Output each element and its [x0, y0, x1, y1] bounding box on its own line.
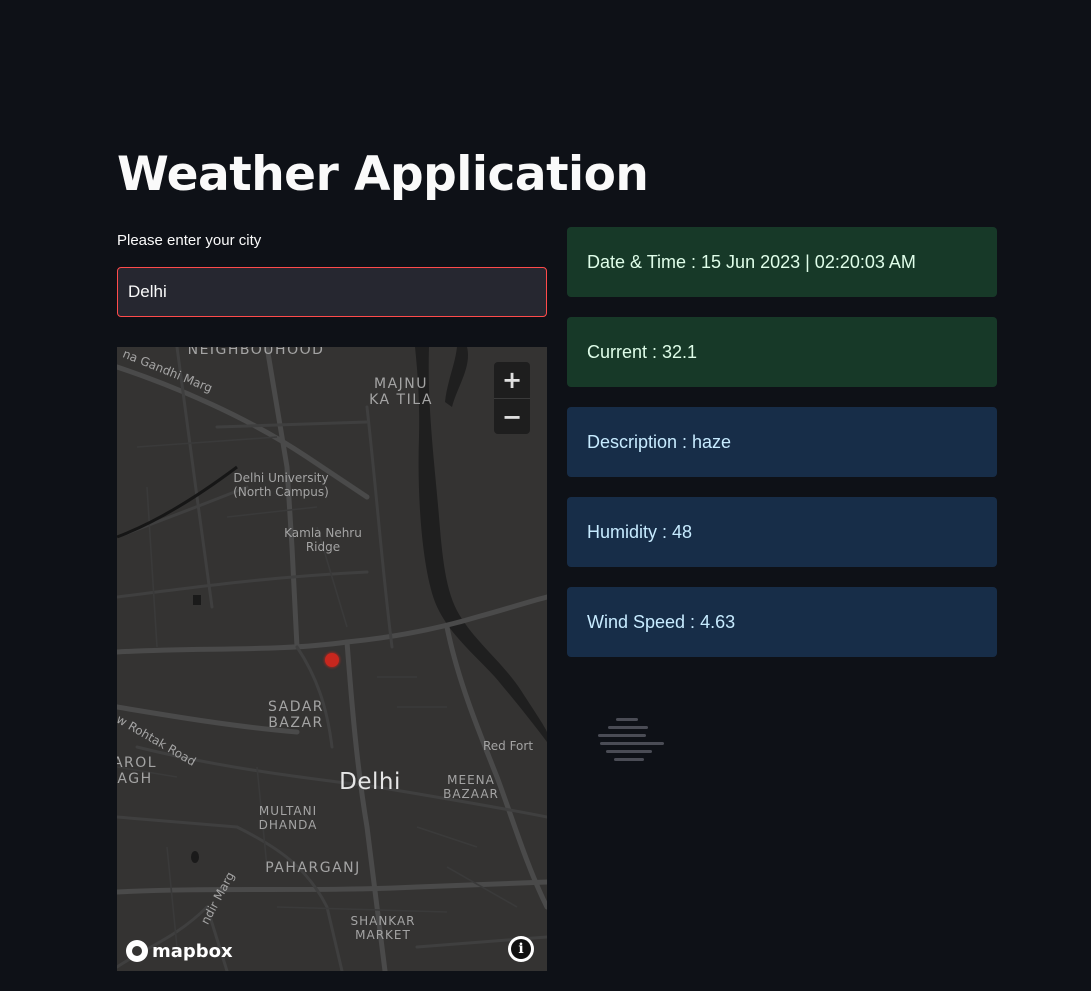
map-label-majnu: MAJNU KA TILA: [369, 376, 433, 409]
page-title: Weather Application: [117, 147, 649, 202]
description-card: Description : haze: [567, 407, 997, 477]
current-temp-text: Current : 32.1: [587, 341, 698, 362]
location-dot-icon[interactable]: [325, 653, 339, 667]
wind-speed-card: Wind Speed : 4.63: [567, 587, 997, 657]
mapbox-logo[interactable]: mapbox: [126, 940, 233, 962]
mapbox-icon: [126, 940, 148, 962]
city-map[interactable]: NEIGHBOUHOOD na Gandhi Marg MAJNU KA TIL…: [117, 347, 547, 971]
map-label-shankar-market: SHANKAR MARKET: [350, 914, 416, 942]
datetime-card: Date & Time : 15 Jun 2023 | 02:20:03 AM: [567, 227, 997, 297]
minus-icon: −: [501, 403, 523, 431]
map-label-karol-bagh: AROL AGH: [117, 755, 158, 788]
zoom-control: + −: [494, 362, 530, 434]
zoom-in-button[interactable]: +: [494, 362, 530, 398]
map-label-kamla-nehru-ridge: Kamla Nehru Ridge: [284, 526, 362, 554]
humidity-card: Humidity : 48: [567, 497, 997, 567]
city-input[interactable]: [117, 267, 547, 317]
city-input-label: Please enter your city: [117, 232, 262, 249]
humidity-text: Humidity : 48: [587, 521, 693, 542]
datetime-text: Date & Time : 15 Jun 2023 | 02:20:03 AM: [587, 251, 916, 272]
plus-icon: +: [501, 366, 523, 394]
map-label-red-fort: Red Fort: [482, 739, 534, 753]
weather-app-page: Weather Application Please enter your ci…: [0, 0, 1091, 991]
info-icon: i: [511, 939, 531, 959]
attribution-info-button[interactable]: i: [508, 936, 534, 962]
wind-speed-text: Wind Speed : 4.63: [587, 611, 736, 632]
map-label-paharganj: PAHARGANJ: [265, 860, 361, 876]
description-text: Description : haze: [587, 431, 732, 452]
haze-icon: [596, 718, 664, 762]
map-label-delhi-university: Delhi University (North Campus): [233, 471, 329, 499]
current-temp-card: Current : 32.1: [567, 317, 997, 387]
map-label-sadar-bazar: SADAR BAZAR: [267, 699, 325, 732]
map-label-delhi: Delhi: [339, 769, 401, 795]
map-label-neighbourhood: NEIGHBOUHOOD: [187, 347, 325, 358]
zoom-out-button[interactable]: −: [494, 398, 530, 434]
mapbox-logo-text: mapbox: [152, 940, 233, 962]
map-label-multani-dhanda: MULTANI DHANDA: [258, 804, 318, 832]
map-label-meena-bazaar: MEENA BAZAAR: [443, 773, 499, 801]
